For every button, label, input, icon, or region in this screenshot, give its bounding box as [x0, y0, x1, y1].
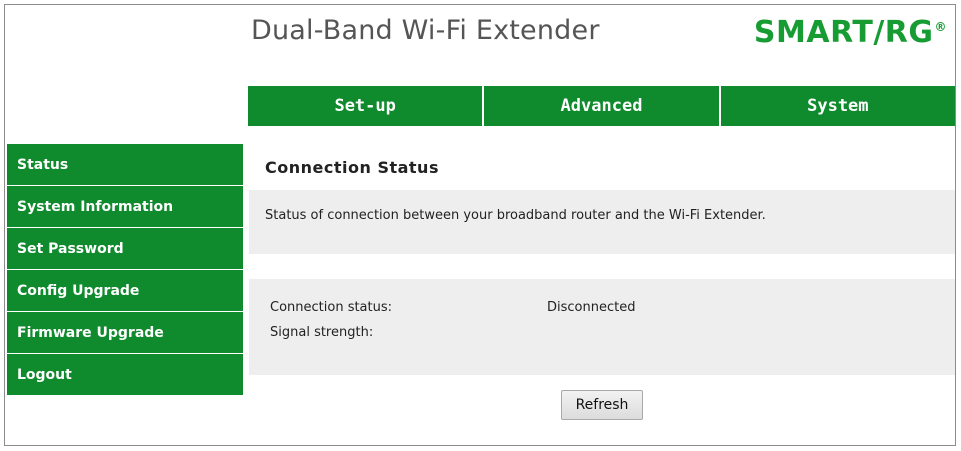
- connection-status-value: Disconnected: [547, 300, 636, 315]
- refresh-button[interactable]: Refresh: [560, 390, 644, 420]
- sidebar: Status System Information Set Password C…: [7, 144, 243, 396]
- top-nav: Set-up Advanced System: [248, 86, 955, 126]
- page-description: Status of connection between your broadb…: [249, 190, 955, 254]
- signal-strength-label: Signal strength:: [270, 325, 374, 340]
- page-title: Connection Status: [265, 157, 439, 177]
- app-title: Dual-Band Wi-Fi Extender: [251, 15, 600, 46]
- brand-name: SMART/RG: [753, 15, 934, 50]
- brand-logo: SMART/RG®: [754, 15, 947, 50]
- page-frame: Dual-Band Wi-Fi Extender SMART/RG® Set-u…: [4, 4, 956, 446]
- connection-status-label: Connection status:: [270, 300, 393, 315]
- sidebar-item-firmware-upgrade[interactable]: Firmware Upgrade: [7, 312, 243, 354]
- sidebar-item-status[interactable]: Status: [7, 144, 243, 186]
- sidebar-item-config-upgrade[interactable]: Config Upgrade: [7, 270, 243, 312]
- sidebar-item-system-information[interactable]: System Information: [7, 186, 243, 228]
- registered-mark: ®: [934, 20, 947, 34]
- signal-strength-row: Signal strength:: [249, 320, 955, 345]
- button-row: Refresh: [249, 375, 955, 435]
- tab-setup[interactable]: Set-up: [248, 86, 483, 126]
- main-content: Connection Status Status of connection b…: [249, 144, 955, 435]
- header: Dual-Band Wi-Fi Extender SMART/RG®: [5, 5, 955, 85]
- connection-status-row: Connection status: Disconnected: [249, 295, 955, 320]
- sidebar-item-logout[interactable]: Logout: [7, 354, 243, 396]
- tab-advanced[interactable]: Advanced: [482, 86, 719, 126]
- sidebar-item-set-password[interactable]: Set Password: [7, 228, 243, 270]
- tab-system[interactable]: System: [718, 86, 955, 126]
- status-panel: Connection status: Disconnected Signal s…: [249, 279, 955, 375]
